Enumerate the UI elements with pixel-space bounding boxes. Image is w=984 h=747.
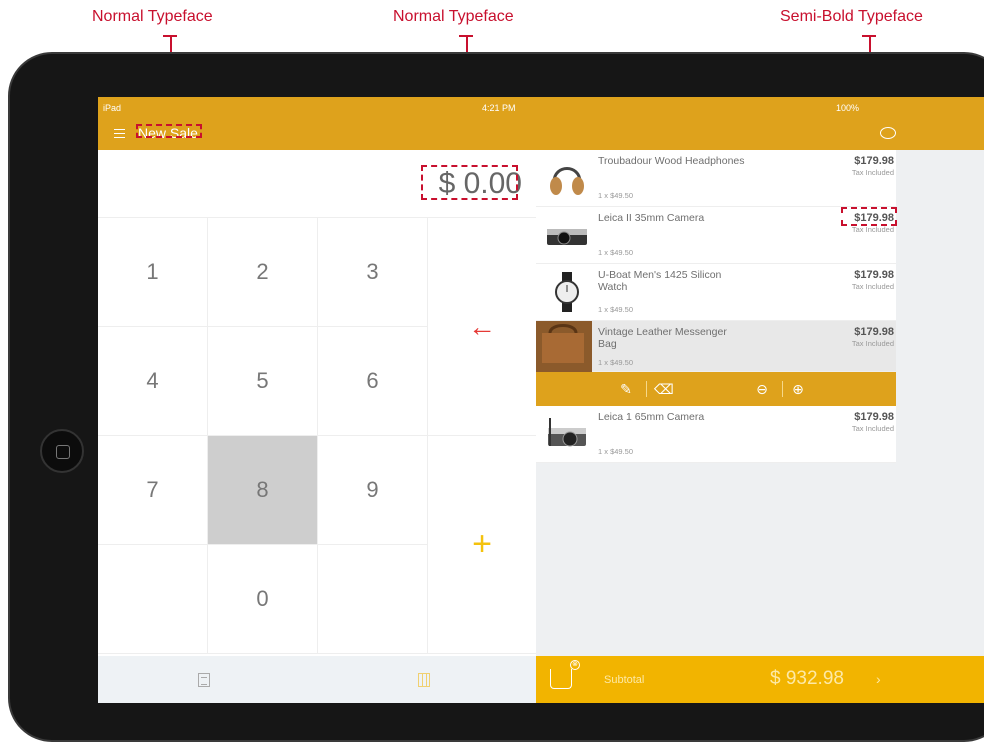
annotation-price: Semi-Bold Typeface	[780, 8, 923, 25]
key-6[interactable]: 6	[318, 327, 428, 436]
camera-thumbnail-icon	[547, 229, 587, 245]
subtotal-label: Subtotal	[604, 674, 645, 686]
key-9[interactable]: 9	[318, 436, 428, 545]
view-tabs	[98, 656, 536, 703]
item-tax: Tax Included	[851, 339, 894, 348]
item-price: $179.98	[854, 326, 894, 338]
increase-quantity-icon[interactable]: ⊕	[790, 381, 806, 397]
key-8[interactable]: 8	[208, 436, 318, 545]
grid-view-icon[interactable]	[418, 673, 430, 687]
item-quantity: 1 x $49.50	[598, 191, 634, 200]
shopping-cart-icon	[550, 669, 572, 689]
annotation-box-price	[841, 207, 897, 226]
item-name: Leica II 35mm Camera	[598, 212, 705, 224]
key-1[interactable]: 1	[98, 218, 208, 327]
key-7[interactable]: 7	[98, 436, 208, 545]
item-name: Leica 1 65mm Camera	[598, 411, 705, 423]
key-0[interactable]: 0	[208, 545, 318, 654]
item-tax: Tax Included	[851, 225, 894, 234]
status-bar: iPad 4:21 PM 100%	[98, 97, 984, 119]
key-5[interactable]: 5	[208, 327, 318, 436]
home-button[interactable]	[40, 429, 84, 473]
cart-item[interactable]: Troubadour Wood Headphones 1 x $49.50 $1…	[536, 150, 896, 207]
cart-item[interactable]: U-Boat Men's 1425 Silicon Watch 1 x $49.…	[536, 264, 896, 321]
annotation-cap	[459, 35, 473, 37]
camera-thumbnail-icon	[548, 418, 586, 447]
list-view-icon[interactable]	[198, 673, 210, 687]
backspace-key[interactable]: ←	[428, 218, 536, 436]
trash-icon[interactable]: ⌫	[654, 381, 674, 397]
plus-icon: +	[472, 525, 492, 563]
annotation-cap	[862, 35, 876, 37]
number-keypad: 1 2 3 4 5 6 7 8 9 0 ← +	[98, 218, 536, 656]
item-quantity: 1 x $49.50	[598, 358, 634, 367]
divider	[782, 381, 783, 397]
decrease-quantity-icon[interactable]: ⊖	[754, 381, 770, 397]
annotation-amount: Normal Typeface	[393, 8, 514, 25]
clear-cart-icon[interactable]: ⊗	[570, 660, 580, 670]
subtotal-value: $ 932.98	[770, 668, 844, 689]
cart-item-selected[interactable]: Vintage Leather Messenger Bag 1 x $49.50…	[536, 321, 896, 372]
key-2[interactable]: 2	[208, 218, 318, 327]
headphones-thumbnail-icon	[550, 167, 584, 195]
item-price: $179.98	[854, 155, 894, 167]
battery-level: 100%	[836, 103, 860, 113]
hamburger-menu-icon[interactable]	[114, 129, 125, 138]
item-name: Vintage Leather Messenger Bag	[598, 326, 727, 350]
item-quantity: 1 x $49.50	[598, 248, 634, 257]
item-name: U-Boat Men's 1425 Silicon Watch	[598, 269, 722, 293]
cart-panel: Troubadour Wood Headphones 1 x $49.50 $1…	[536, 150, 984, 656]
back-arrow-icon: ←	[468, 310, 496, 342]
app-screen: iPad 4:21 PM 100% New Sale $ 0.00 1 2 3 …	[98, 97, 984, 703]
key-4[interactable]: 4	[98, 327, 208, 436]
cart-item[interactable]: Leica 1 65mm Camera 1 x $49.50 $179.98 T…	[536, 406, 896, 463]
item-action-bar: ✎ ⌫ ⊖ ⊕	[536, 372, 896, 406]
clock: 4:21 PM	[482, 103, 516, 113]
checkout-bar[interactable]: ⊗ Subtotal $ 932.98 ›	[536, 656, 984, 703]
add-key[interactable]: +	[428, 436, 536, 654]
annotation-cap	[163, 35, 177, 37]
item-name: Troubadour Wood Headphones	[598, 155, 745, 167]
edit-note-icon[interactable]: ✎	[618, 381, 634, 397]
item-tax: Tax Included	[851, 424, 894, 433]
item-price: $179.98	[854, 411, 894, 423]
chat-bubble-icon[interactable]	[880, 127, 896, 139]
chevron-right-icon: ›	[876, 671, 881, 687]
key-blank-right	[318, 545, 428, 654]
item-tax: Tax Included	[851, 282, 894, 291]
carrier-label: iPad	[103, 103, 122, 113]
item-quantity: 1 x $49.50	[598, 305, 634, 314]
item-price: $179.98	[854, 269, 894, 281]
nav-bar: New Sale	[98, 119, 984, 150]
annotation-box-amount	[421, 165, 518, 200]
bag-thumbnail-icon	[536, 321, 592, 372]
item-tax: Tax Included	[851, 168, 894, 177]
annotation-title: Normal Typeface	[92, 8, 213, 25]
key-3[interactable]: 3	[318, 218, 428, 327]
divider	[646, 381, 647, 397]
key-blank-left	[98, 545, 208, 654]
item-quantity: 1 x $49.50	[598, 447, 634, 456]
watch-thumbnail-icon	[555, 272, 579, 312]
annotation-box-title	[136, 124, 202, 138]
